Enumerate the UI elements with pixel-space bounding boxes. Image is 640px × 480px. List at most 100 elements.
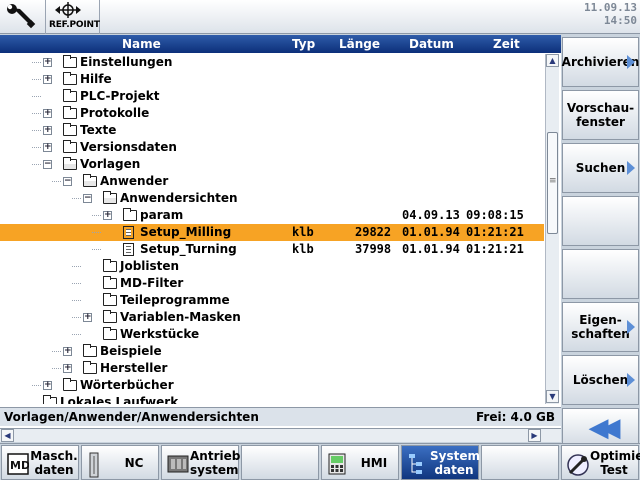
column-header: Name Typ Länge Datum Zeit xyxy=(0,35,561,53)
folder-row[interactable]: Lokales Laufwerk xyxy=(0,394,544,404)
folder-open-icon xyxy=(63,157,77,170)
ref-point-icon xyxy=(55,2,81,18)
folder-row[interactable]: Teileprogramme xyxy=(0,292,544,309)
tree-guide xyxy=(72,266,81,267)
folder-row[interactable]: + Protokolle xyxy=(0,105,544,122)
archive-button[interactable]: Archivieren xyxy=(562,37,639,87)
item-name: Einstellungen xyxy=(80,55,173,69)
expand-icon[interactable]: + xyxy=(43,143,52,152)
item-name: Wörterbücher xyxy=(80,378,174,392)
search-button[interactable]: Suchen xyxy=(562,143,639,193)
item-name: Anwendersichten xyxy=(120,191,238,205)
folder-row[interactable]: + param 04.09.13 09:08:15 xyxy=(0,207,544,224)
folder-row[interactable]: PLC-Projekt xyxy=(0,88,544,105)
folder-open-icon xyxy=(103,191,117,204)
tree-icon xyxy=(407,452,425,480)
scroll-down-icon[interactable]: ▼ xyxy=(546,390,559,403)
folder-row[interactable]: + Versionsdaten xyxy=(0,139,544,156)
tree-guide xyxy=(32,113,41,114)
directory-tree: + Einstellungen + Hilfe PLC-Projekt + Protokol… xyxy=(0,54,544,404)
expand-icon[interactable]: + xyxy=(43,126,52,135)
item-name: Joblisten xyxy=(120,259,180,273)
expand-icon[interactable]: + xyxy=(63,364,72,373)
folder-row[interactable]: − Vorlagen xyxy=(0,156,544,173)
optimize-test-button[interactable]: Optimie.Test xyxy=(561,445,640,480)
scroll-right-icon[interactable]: ▶ xyxy=(528,429,541,442)
folder-row[interactable]: + Hersteller xyxy=(0,360,544,377)
collapse-icon[interactable]: − xyxy=(63,177,72,186)
folder-icon xyxy=(103,327,117,340)
tree-guide xyxy=(72,334,81,335)
drive-system-button[interactable]: Antriebs system xyxy=(161,445,247,480)
col-name[interactable]: Name xyxy=(122,37,161,51)
folder-row[interactable]: + Texte xyxy=(0,122,544,139)
time-display: 14:50 xyxy=(603,14,637,27)
expand-icon[interactable]: + xyxy=(43,75,52,84)
col-length[interactable]: Länge xyxy=(339,37,380,51)
scroll-thumb[interactable] xyxy=(547,132,558,234)
optimize-test-button-label: Optimie.Test xyxy=(590,449,640,477)
ref-point-button[interactable]: REF.POINT xyxy=(46,0,100,34)
machine-data-button[interactable]: MD Masch. daten xyxy=(1,445,79,480)
item-date: 01.01.94 xyxy=(402,242,460,256)
empty-softkey-4[interactable] xyxy=(562,196,639,246)
folder-row[interactable]: + Hilfe xyxy=(0,71,544,88)
folder-row[interactable]: − Anwendersichten xyxy=(0,190,544,207)
horizontal-scrollbar[interactable]: ◀ ▶ xyxy=(0,428,561,442)
expand-icon[interactable]: + xyxy=(103,211,112,220)
search-button-label: Suchen xyxy=(575,161,626,175)
scroll-left-icon[interactable]: ◀ xyxy=(1,429,14,442)
delete-button[interactable]: Löschen xyxy=(562,355,639,405)
vertical-softkey-bar: Archivieren Vorschau-fenster Suchen Eigen-s… xyxy=(561,35,640,448)
nc-button[interactable]: NC xyxy=(81,445,159,480)
expand-icon[interactable]: + xyxy=(43,109,52,118)
folder-row[interactable]: Werkstücke xyxy=(0,326,544,343)
clock: 11.09.13 14:50 xyxy=(584,1,637,27)
folder-row[interactable]: + Einstellungen xyxy=(0,54,544,71)
folder-row[interactable]: + Wörterbücher xyxy=(0,377,544,394)
expand-icon[interactable]: + xyxy=(43,58,52,67)
nc-button-label: NC xyxy=(124,456,144,470)
properties-button[interactable]: Eigen-schaften xyxy=(562,302,639,352)
col-type[interactable]: Typ xyxy=(292,37,315,51)
folder-icon xyxy=(123,208,137,221)
hmi-button-label: HMI xyxy=(360,456,388,470)
tree-guide xyxy=(92,249,101,250)
folder-row[interactable]: − Anwender xyxy=(0,173,544,190)
col-time[interactable]: Zeit xyxy=(493,37,520,51)
file-row[interactable]: Setup_Milling klb 29822 01.01.94 01:21:21 xyxy=(0,224,544,241)
tree-guide xyxy=(32,96,41,97)
vertical-scrollbar[interactable]: ▲ ▼ xyxy=(545,54,559,404)
folder-icon xyxy=(83,344,97,357)
tool-button[interactable] xyxy=(0,0,46,34)
expand-icon[interactable]: + xyxy=(83,313,92,322)
item-length: 29822 xyxy=(355,225,392,239)
item-name: Vorlagen xyxy=(80,157,141,171)
back-button[interactable]: ◀◀ xyxy=(562,408,639,448)
col-date[interactable]: Datum xyxy=(409,37,454,51)
arrow-right-icon xyxy=(627,161,635,175)
file-row[interactable]: Setup_Turning klb 37998 01.01.94 01:21:21 xyxy=(0,241,544,258)
arrow-right-icon xyxy=(627,55,635,69)
collapse-icon[interactable]: − xyxy=(83,194,92,203)
folder-row[interactable]: MD-Filter xyxy=(0,275,544,292)
empty-hsk-4[interactable] xyxy=(241,445,319,480)
svg-text:MD: MD xyxy=(10,459,29,472)
system-data-button[interactable]: System daten xyxy=(401,445,480,480)
folder-row[interactable]: Joblisten xyxy=(0,258,544,275)
expand-icon[interactable]: + xyxy=(63,347,72,356)
tree-guide xyxy=(52,351,61,352)
preview-button[interactable]: Vorschau-fenster xyxy=(562,90,639,140)
item-type: klb xyxy=(292,242,314,256)
scroll-up-icon[interactable]: ▲ xyxy=(546,54,559,67)
empty-softkey-5[interactable] xyxy=(562,249,639,299)
expand-icon[interactable]: + xyxy=(43,381,52,390)
hmi-button[interactable]: HMI xyxy=(321,445,399,480)
empty-hsk-7[interactable] xyxy=(481,445,559,480)
folder-row[interactable]: + Variablen-Masken xyxy=(0,309,544,326)
arrow-right-icon xyxy=(627,320,635,334)
system-data-button-label: System daten xyxy=(430,449,480,477)
folder-row[interactable]: + Beispiele xyxy=(0,343,544,360)
drive-icon xyxy=(167,452,189,479)
collapse-icon[interactable]: − xyxy=(43,160,52,169)
